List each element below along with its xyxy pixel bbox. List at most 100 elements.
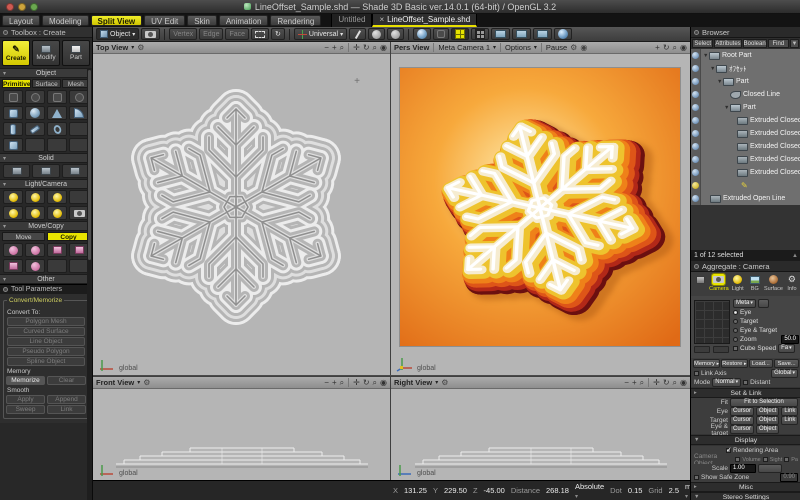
orbit-icon[interactable]: ↻ (363, 378, 370, 388)
marquee-select-button[interactable] (251, 28, 269, 40)
magnify-icon[interactable]: ⌕ (673, 43, 677, 53)
eye-radio[interactable] (733, 310, 738, 315)
solid-section-header[interactable]: ▾Solid (0, 153, 92, 163)
split-view-button[interactable] (451, 28, 469, 40)
modify-mode-button[interactable]: Modify (32, 40, 60, 66)
dolly-icon[interactable]: ◉ (680, 378, 687, 388)
visibility-toggle[interactable] (692, 130, 699, 137)
tab-modeling[interactable]: Modeling (42, 15, 88, 26)
tab-object[interactable] (692, 274, 708, 285)
top-view-canvas[interactable]: + global (93, 54, 390, 375)
tab-layout[interactable]: Layout (2, 15, 40, 26)
preview-button-1[interactable] (694, 346, 710, 353)
tab-split-view[interactable]: Split View (91, 15, 143, 26)
box-tool-button[interactable] (47, 90, 67, 104)
collapse-icon[interactable]: ▾ (3, 223, 6, 230)
quarter-button[interactable] (69, 106, 89, 120)
tree-insertion-cursor[interactable]: ✎ (701, 179, 800, 192)
tree-row-extruded-closed-3[interactable]: Extruded Closed (701, 140, 800, 153)
tab-skin[interactable]: Skin (187, 15, 217, 26)
screen-layout-button-1[interactable] (491, 28, 510, 40)
part-mode-button[interactable]: Part (62, 40, 90, 66)
move-copy-section-header[interactable]: ▾Move/Copy (0, 221, 92, 231)
orbit-icon[interactable]: ↻ (663, 378, 670, 388)
tree-row-part-2[interactable]: ▼Part (701, 101, 800, 114)
options-dropdown[interactable]: Options (505, 43, 531, 52)
top-view-label[interactable]: Top View (96, 43, 128, 52)
orbit-icon[interactable]: ↻ (663, 43, 670, 53)
skeleton-tool-button[interactable] (349, 28, 366, 40)
screen-layout-button-2[interactable] (512, 28, 531, 40)
pers-view-label[interactable]: Pers View (394, 43, 429, 52)
tab-primitive[interactable]: Primitive (2, 79, 31, 88)
spot-light-button[interactable] (25, 190, 45, 204)
tab-info[interactable]: ⚙Info (784, 274, 800, 292)
front-view-canvas[interactable]: global (93, 389, 390, 480)
visibility-toggle[interactable] (692, 195, 699, 202)
view-menu-icon[interactable]: ▾ (137, 379, 140, 386)
minimize-window-icon[interactable] (18, 3, 26, 11)
memorize-button[interactable]: Memorize (6, 376, 45, 385)
magnify-icon[interactable]: ⌕ (373, 43, 377, 53)
set-link-header[interactable]: ▸Set & Link (691, 388, 800, 398)
dolly-icon[interactable]: ◉ (380, 378, 387, 388)
visibility-toggle[interactable] (692, 65, 699, 72)
gear-icon[interactable]: ⚙ (143, 378, 150, 387)
magnify-icon[interactable]: ⌕ (340, 378, 344, 388)
object-mode-button[interactable]: Object▾ (96, 28, 139, 40)
eye-target-radio[interactable] (733, 328, 738, 333)
mode-dropdown[interactable]: Normal▾ (712, 378, 741, 387)
manipulator-button[interactable]: Universal▾ (294, 28, 347, 40)
camera-preview[interactable] (694, 300, 730, 344)
filter-icon[interactable]: ▼ (790, 39, 799, 48)
tab-camera[interactable]: Camera (709, 274, 729, 292)
meta-dropdown[interactable]: Meta▾ (733, 299, 756, 308)
camera-select-dropdown[interactable]: Meta Camera 1 (438, 43, 490, 52)
cube-speed-checkbox[interactable] (733, 346, 738, 351)
target-radio[interactable] (733, 319, 738, 324)
pan-icon[interactable]: ✛ (353, 43, 360, 53)
eye-target-object-button[interactable]: Object (756, 425, 779, 434)
collapse-icon[interactable]: ▾ (3, 70, 6, 77)
collapse-icon[interactable]: ▾ (3, 155, 6, 162)
visibility-toggle[interactable] (692, 156, 699, 163)
save-button[interactable]: Save... (774, 359, 799, 368)
rounded-box-button[interactable] (3, 106, 23, 120)
scrollbar-thumb[interactable] (88, 70, 91, 260)
front-view-label[interactable]: Front View (96, 378, 134, 387)
append-button[interactable]: Append (47, 395, 86, 404)
document-tab-untitled[interactable]: Untitled (331, 14, 372, 27)
tab-boolean[interactable]: Boolean (743, 39, 767, 48)
target-link-button[interactable]: Link (781, 416, 798, 425)
tab-uv-edit[interactable]: UV Edit (144, 15, 185, 26)
right-view-canvas[interactable]: global (391, 389, 690, 480)
collapse-up-icon[interactable]: ▲ (792, 253, 798, 259)
tab-select[interactable]: Select (692, 39, 713, 48)
object-section-header[interactable]: ▾Object (0, 68, 92, 78)
aggregate-header[interactable]: Aggregate : Camera (691, 261, 800, 272)
visibility-toggle[interactable] (692, 117, 699, 124)
move-button[interactable]: Move (2, 232, 45, 241)
tab-rendering[interactable]: Rendering (270, 15, 321, 26)
right-view-label[interactable]: Right View (394, 378, 432, 387)
convert-polygon-mesh-button[interactable]: Polygon Mesh (7, 317, 85, 326)
camera-mode-button[interactable] (141, 28, 160, 40)
eye-target-cursor-button[interactable]: Cursor (730, 425, 754, 434)
cube-speed-dropdown[interactable]: Fa▾ (778, 344, 795, 353)
rotate-tool-button[interactable] (25, 90, 45, 104)
visibility-toggle[interactable] (692, 169, 699, 176)
tab-mesh[interactable]: Mesh (62, 79, 90, 88)
dolly-icon[interactable]: ◉ (680, 43, 687, 53)
convert-curved-surface-button[interactable]: Curved Surface (7, 327, 85, 336)
visibility-toggle[interactable] (692, 91, 699, 98)
disc-button[interactable] (47, 122, 67, 136)
convert-line-object-button[interactable]: Line Object (7, 337, 85, 346)
document-tab-active[interactable]: ×LineOffset_Sample.shd (372, 14, 477, 27)
circle-tool-button[interactable] (69, 90, 89, 104)
tab-attributes[interactable]: Attributes (714, 39, 741, 48)
tree-row-extruded-closed-2[interactable]: Extruded Closed (701, 127, 800, 140)
tree-row-extruded-closed-5[interactable]: Extruded Closed (701, 166, 800, 179)
collapse-icon[interactable]: ▾ (3, 276, 6, 283)
slanted-cylinder-button[interactable] (25, 122, 45, 136)
magnify-icon[interactable]: ⌕ (640, 378, 644, 388)
